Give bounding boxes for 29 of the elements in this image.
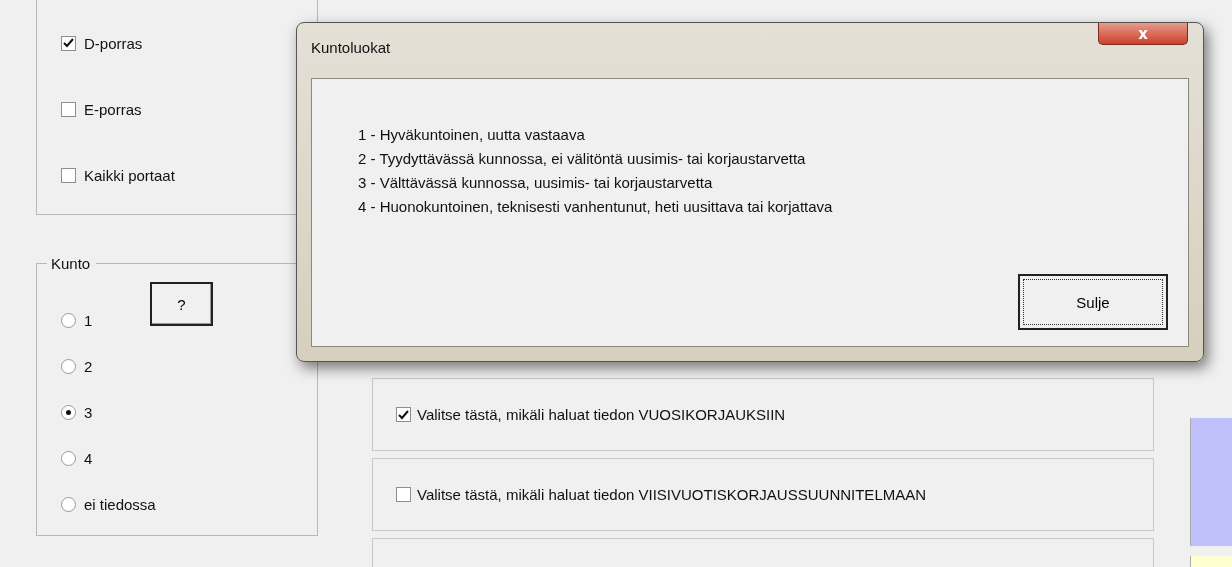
checkbox-label: Valitse tästä, mikäli haluat tiedon VUOSIKORJAUKSIIN <box>417 406 786 423</box>
radio-button[interactable] <box>61 450 76 466</box>
condition-description: 1 - Hyväkuntoinen, uutta vastaava <box>358 125 586 145</box>
checkbox[interactable] <box>396 407 411 422</box>
checkmark-icon <box>63 38 74 48</box>
radio-button[interactable] <box>61 312 76 328</box>
checkbox-label: E-porras <box>84 100 142 118</box>
radio-label: ei tiedossa <box>84 495 156 513</box>
radio-label: 3 <box>84 403 93 421</box>
checkbox[interactable] <box>61 35 76 51</box>
checkbox-label: Kaikki portaat <box>84 166 175 184</box>
close-dialog-button[interactable]: Sulje <box>1018 274 1168 330</box>
condition-description: 2 - Tyydyttävässä kunnossa, ei välitöntä uusimis- tai korjaustarvetta <box>358 149 807 169</box>
help-button[interactable]: ? <box>150 282 213 326</box>
checkbox-label: D-porras <box>84 34 143 52</box>
condition-description: 3 - Välttävässä kunnossa, uusimis- tai korjaustarvetta <box>358 173 714 193</box>
checkbox-label: Valitse tästä, mikäli haluat tiedon VIISIVUOTISKORJAUSSUUNNITELMAAN <box>417 486 927 503</box>
radio-button[interactable] <box>61 358 76 374</box>
condition-description: 4 - Huonokuntoinen, teknisesti vanhentunut, heti uusittava tai korjattava <box>358 197 834 217</box>
radio-label: 4 <box>84 449 93 467</box>
checkbox[interactable] <box>61 101 76 117</box>
radio-label: 1 <box>84 311 93 329</box>
checkmark-icon <box>398 409 409 420</box>
radio-button[interactable] <box>61 496 76 512</box>
radio-label: 2 <box>84 357 93 375</box>
checkbox[interactable] <box>61 167 76 183</box>
window-title: Kuntoluokat <box>311 39 391 56</box>
checkbox[interactable] <box>396 487 411 502</box>
radio-button[interactable] <box>61 404 76 420</box>
